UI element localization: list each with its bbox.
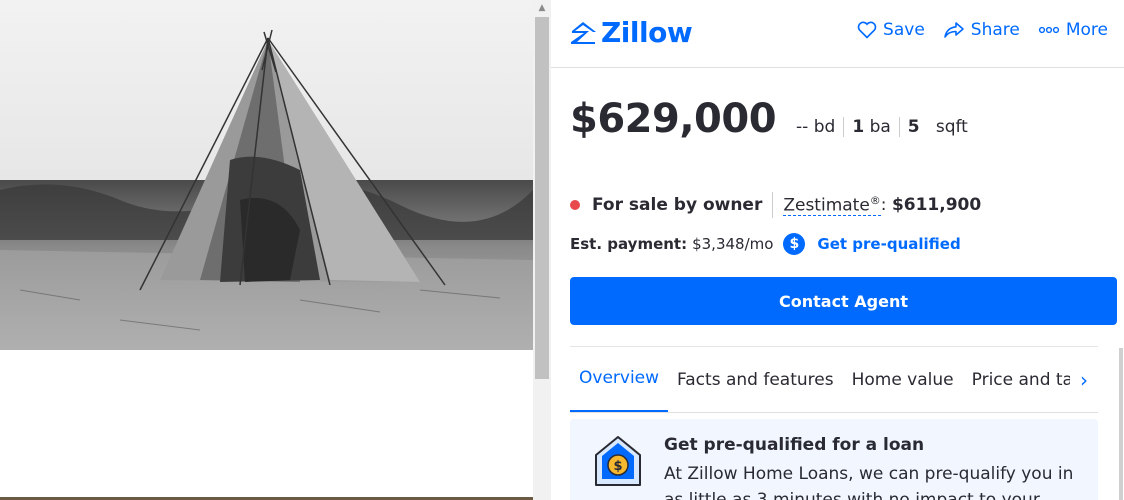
header-actions: Save Share More xyxy=(857,20,1108,40)
heart-icon xyxy=(857,21,877,39)
share-label: Share xyxy=(970,20,1020,40)
registered-mark: ® xyxy=(869,193,881,207)
home-facts: -- bd 1 ba 5 sqft xyxy=(796,117,976,137)
scroll-up-arrow-icon[interactable]: ▲ xyxy=(533,0,551,16)
zillow-logo-icon xyxy=(571,21,596,44)
zillow-logo-text: Zillow xyxy=(601,16,693,49)
baths-fact: 1 ba xyxy=(843,117,898,137)
listing-price: $629,000 xyxy=(570,96,777,142)
share-button[interactable]: Share xyxy=(943,20,1020,40)
loan-card-body: At Zillow Home Loans, we can pre-qualify… xyxy=(664,464,1074,500)
get-prequalified-link[interactable]: Get pre-qualified xyxy=(817,235,960,253)
more-button[interactable]: More xyxy=(1038,20,1108,40)
zestimate-label[interactable]: Zestimate® xyxy=(783,193,881,217)
listing-photo[interactable] xyxy=(0,0,533,350)
more-icon xyxy=(1038,26,1059,34)
beds-fact: -- bd xyxy=(796,117,843,137)
inner-scroll-indicator[interactable] xyxy=(1118,348,1124,500)
more-label: More xyxy=(1065,20,1108,40)
details-tabs: Overview Facts and features Home value P… xyxy=(570,347,1098,413)
photo-pane xyxy=(0,0,533,500)
zestimate-value: $611,900 xyxy=(891,195,982,215)
svg-text:$: $ xyxy=(613,459,622,474)
save-label: Save xyxy=(883,20,925,40)
status-row: For sale by owner Zestimate® : $611,900 xyxy=(570,192,981,218)
sqft-fact: 5 sqft xyxy=(898,117,976,137)
status-divider xyxy=(772,192,774,218)
zestimate-colon: : xyxy=(880,195,892,215)
tipi-photo-image xyxy=(0,0,533,350)
contact-agent-button[interactable]: Contact Agent xyxy=(570,277,1117,325)
est-payment-value: $3,348/mo xyxy=(692,235,774,253)
panel-header: Zillow Save Share More xyxy=(551,0,1124,68)
sqft-unit: sqft xyxy=(935,117,968,137)
details-section: Overview Facts and features Home value P… xyxy=(570,346,1098,500)
share-icon xyxy=(943,22,964,38)
baths-unit: ba xyxy=(869,117,891,137)
save-button[interactable]: Save xyxy=(857,20,925,40)
photo-scrollbar[interactable]: ▲ xyxy=(533,0,551,500)
loan-card-title: Get pre-qualified for a loan xyxy=(664,435,925,455)
prequal-loan-card[interactable]: $ Get pre-qualified for a loan At Zillow… xyxy=(570,419,1098,500)
est-payment-label: Est. payment: xyxy=(570,235,688,253)
scroll-thumb[interactable] xyxy=(535,17,549,379)
tab-facts-and-features[interactable]: Facts and features xyxy=(668,347,843,412)
dollar-icon: $ xyxy=(783,233,806,255)
payment-row: Est. payment: $3,348/mo $ Get pre-qualif… xyxy=(570,233,961,255)
sqft-value: 5 xyxy=(907,117,920,137)
house-coin-icon: $ xyxy=(595,436,641,486)
beds-unit: bd xyxy=(813,117,836,137)
status-dot xyxy=(570,200,580,210)
baths-value: 1 xyxy=(852,117,865,137)
chevron-right-icon[interactable]: › xyxy=(1070,367,1098,393)
listing-status: For sale by owner xyxy=(592,195,763,215)
zillow-logo[interactable]: Zillow xyxy=(569,16,693,49)
app-root: ▲ Zillow Save Share More $629,000 -- bd … xyxy=(0,0,1124,500)
tab-overview[interactable]: Overview xyxy=(570,347,669,412)
beds-value: -- xyxy=(796,117,809,137)
listing-details-panel: Zillow Save Share More $629,000 -- bd 1 … xyxy=(551,0,1124,500)
tab-home-value[interactable]: Home value xyxy=(843,347,963,412)
price-row: $629,000 -- bd 1 ba 5 sqft xyxy=(570,96,976,142)
